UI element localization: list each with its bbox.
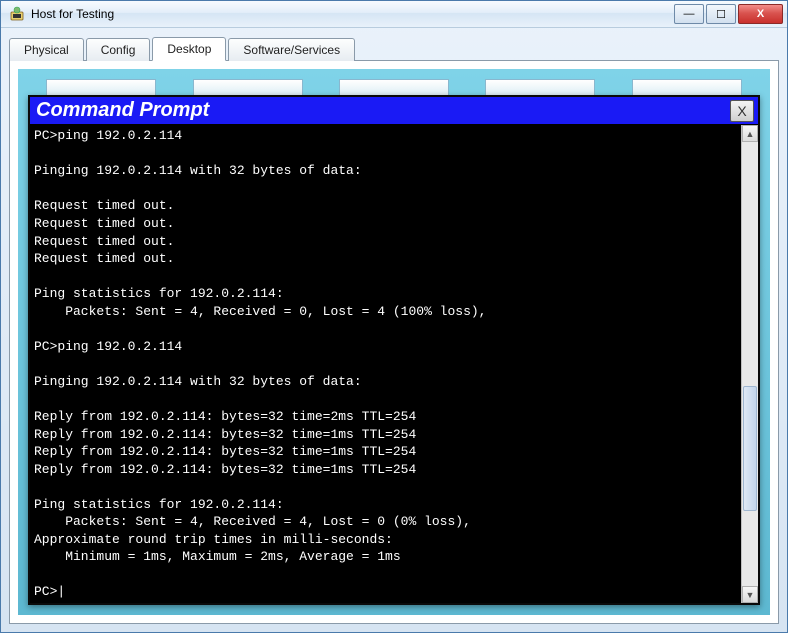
tab-desktop[interactable]: Desktop [152, 37, 226, 61]
terminal-line: Reply from 192.0.2.114: bytes=32 time=1m… [34, 427, 416, 442]
close-button[interactable]: X [738, 4, 783, 24]
content-area: Physical Config Desktop Software/Service… [1, 28, 787, 632]
terminal-line: Approximate round trip times in milli-se… [34, 532, 393, 547]
terminal-line: Packets: Sent = 4, Received = 0, Lost = … [34, 304, 486, 319]
desktop-background: Command Prompt X PC>ping 192.0.2.114 Pin… [18, 69, 770, 615]
terminal-line: PC>ping 192.0.2.114 [34, 128, 182, 143]
scroll-up-button[interactable]: ▲ [742, 125, 758, 142]
command-prompt-titlebar[interactable]: Command Prompt X [30, 97, 758, 125]
terminal-line: Ping statistics for 192.0.2.114: [34, 286, 284, 301]
tab-pane: Command Prompt X PC>ping 192.0.2.114 Pin… [9, 60, 779, 624]
terminal-line: Pinging 192.0.2.114 with 32 bytes of dat… [34, 163, 362, 178]
terminal-line: Request timed out. [34, 234, 174, 249]
terminal-line: Request timed out. [34, 198, 174, 213]
scroll-thumb[interactable] [743, 386, 757, 510]
terminal-line: Reply from 192.0.2.114: bytes=32 time=2m… [34, 409, 416, 424]
tab-physical[interactable]: Physical [9, 38, 84, 61]
command-prompt-window: Command Prompt X PC>ping 192.0.2.114 Pin… [28, 95, 760, 605]
terminal-line: Packets: Sent = 4, Received = 4, Lost = … [34, 514, 471, 529]
terminal-prompt[interactable]: PC> [34, 584, 65, 599]
tab-software-services[interactable]: Software/Services [228, 38, 355, 61]
terminal-line: Request timed out. [34, 251, 174, 266]
command-prompt-output[interactable]: PC>ping 192.0.2.114 Pinging 192.0.2.114 … [30, 125, 741, 603]
scrollbar: ▲ ▼ [741, 125, 758, 603]
terminal-line: Ping statistics for 192.0.2.114: [34, 497, 284, 512]
terminal-line: Reply from 192.0.2.114: bytes=32 time=1m… [34, 462, 416, 477]
titlebar[interactable]: Host for Testing — ☐ X [1, 1, 787, 28]
minimize-button[interactable]: — [674, 4, 704, 24]
terminal-line: Request timed out. [34, 216, 174, 231]
command-prompt-close-button[interactable]: X [730, 100, 754, 122]
terminal-line: Pinging 192.0.2.114 with 32 bytes of dat… [34, 374, 362, 389]
app-window: Host for Testing — ☐ X Physical Config D… [0, 0, 788, 633]
terminal-line: Reply from 192.0.2.114: bytes=32 time=1m… [34, 444, 416, 459]
command-prompt-title: Command Prompt [36, 99, 730, 122]
terminal-line: PC>ping 192.0.2.114 [34, 339, 182, 354]
window-controls: — ☐ X [672, 4, 783, 24]
scroll-track[interactable] [742, 142, 758, 586]
terminal-line: Minimum = 1ms, Maximum = 2ms, Average = … [34, 549, 401, 564]
window-title: Host for Testing [31, 7, 672, 21]
maximize-button[interactable]: ☐ [706, 4, 736, 24]
scroll-down-button[interactable]: ▼ [742, 586, 758, 603]
tab-config[interactable]: Config [86, 38, 151, 61]
tabbar: Physical Config Desktop Software/Service… [9, 34, 779, 60]
command-prompt-body-wrap: PC>ping 192.0.2.114 Pinging 192.0.2.114 … [30, 125, 758, 603]
app-icon [9, 6, 25, 22]
